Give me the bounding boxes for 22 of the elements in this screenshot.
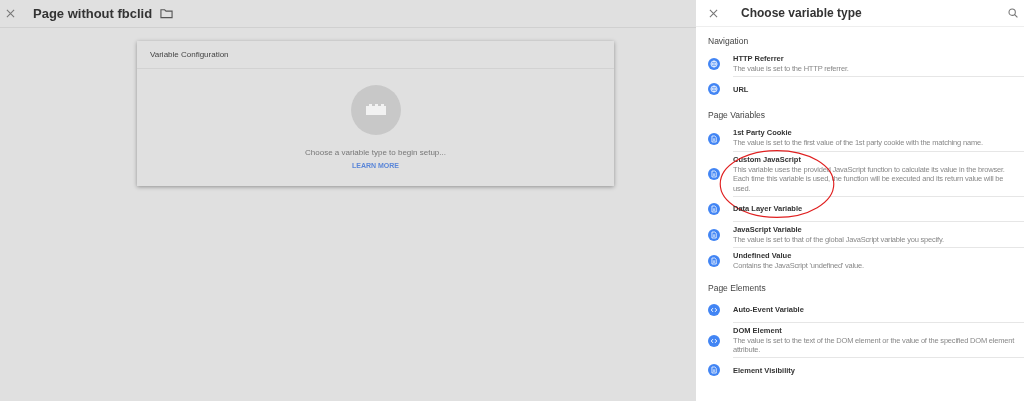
brick-icon (350, 85, 401, 135)
page-title[interactable]: Page without fbclid (33, 6, 153, 21)
section-heading: Navigation (708, 35, 750, 48)
globe-icon (708, 83, 720, 96)
document-icon (708, 254, 720, 267)
close-icon[interactable] (709, 8, 718, 18)
setup-prompt: Choose a variable type to begin setup... (305, 148, 446, 157)
close-icon[interactable] (6, 9, 15, 18)
code-icon (708, 334, 720, 347)
document-icon (708, 132, 720, 145)
section-heading: Page Elements (708, 281, 767, 295)
panel-title: Choose variable type (741, 6, 863, 20)
folder-icon[interactable] (160, 8, 174, 19)
document-icon (708, 168, 720, 181)
code-icon (708, 304, 720, 317)
document-icon (708, 203, 720, 216)
globe-icon (708, 58, 720, 71)
document-icon (708, 229, 720, 242)
document-icon (708, 364, 720, 377)
section-heading: Page Variables (708, 109, 767, 123)
card-title: Variable Configuration (137, 41, 614, 69)
search-icon[interactable] (1008, 8, 1018, 18)
